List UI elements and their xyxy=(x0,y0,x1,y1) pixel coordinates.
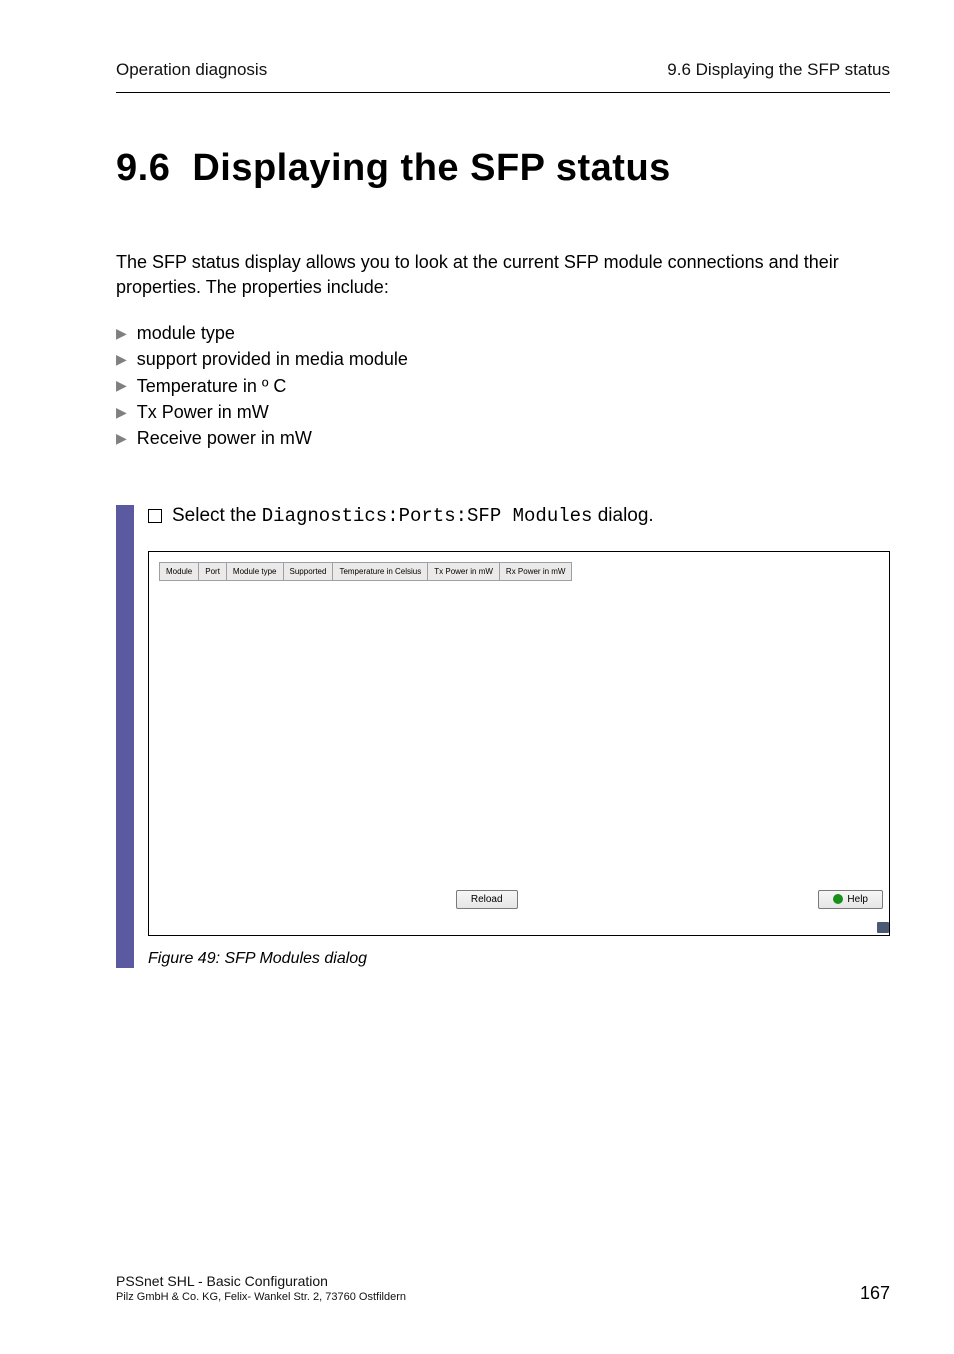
button-row: Reload Help xyxy=(149,882,889,915)
header-rule xyxy=(116,92,890,93)
page-footer: PSSnet SHL - Basic Configuration Pilz Gm… xyxy=(116,1272,890,1304)
triangle-icon: ▶ xyxy=(116,402,127,422)
list-item: ▶ Tx Power in mW xyxy=(116,399,890,425)
col-rx-power[interactable]: Rx Power in mW xyxy=(499,562,572,580)
checkbox-icon xyxy=(148,509,162,523)
step-line: Select the Diagnostics:Ports:SFP Modules… xyxy=(148,505,890,527)
list-item: ▶ Temperature in º C xyxy=(116,373,890,399)
title-number: 9.6 xyxy=(116,147,170,190)
col-tx-power[interactable]: Tx Power in mW xyxy=(428,562,500,580)
header-right: 9.6 Displaying the SFP status xyxy=(667,60,890,80)
help-button[interactable]: Help xyxy=(818,890,883,909)
intro-paragraph: The SFP status display allows you to loo… xyxy=(116,250,890,300)
step-prefix: Select the xyxy=(172,505,262,526)
title-text: Displaying the SFP status xyxy=(192,147,670,190)
reload-button[interactable]: Reload xyxy=(456,890,518,909)
list-item-label: module type xyxy=(137,320,235,346)
vertical-bar xyxy=(116,505,134,968)
page-number: 167 xyxy=(860,1283,890,1304)
step-suffix: dialog. xyxy=(592,505,653,526)
step-path: Diagnostics:Ports:SFP Modules xyxy=(262,505,593,527)
instruction-block: Select the Diagnostics:Ports:SFP Modules… xyxy=(116,505,890,968)
list-item-label: Temperature in º C xyxy=(137,373,287,399)
header-left: Operation diagnosis xyxy=(116,60,267,80)
triangle-icon: ▶ xyxy=(116,375,127,395)
triangle-icon: ▶ xyxy=(116,428,127,448)
bullet-list: ▶ module type ▶ support provided in media … xyxy=(116,320,890,450)
col-port[interactable]: Port xyxy=(199,562,227,580)
col-module-type[interactable]: Module type xyxy=(226,562,283,580)
step-text: Select the Diagnostics:Ports:SFP Modules… xyxy=(172,505,654,527)
triangle-icon: ▶ xyxy=(116,323,127,343)
list-item: ▶ Receive power in mW xyxy=(116,425,890,451)
list-item-label: Tx Power in mW xyxy=(137,399,269,425)
col-module[interactable]: Module xyxy=(160,562,199,580)
list-item-label: Receive power in mW xyxy=(137,425,312,451)
list-item: ▶ module type xyxy=(116,320,890,346)
footer-line2: Pilz GmbH & Co. KG, Felix- Wankel Str. 2… xyxy=(116,1290,406,1304)
table-area: Module Port Module type Supported Temper… xyxy=(149,552,889,882)
sfp-table: Module Port Module type Supported Temper… xyxy=(159,562,572,581)
page-title: 9.6 Displaying the SFP status xyxy=(116,147,890,190)
figure-caption: Figure 49: SFP Modules dialog xyxy=(148,950,890,968)
triangle-icon: ▶ xyxy=(116,349,127,369)
figure-frame: Module Port Module type Supported Temper… xyxy=(148,551,890,936)
col-temperature[interactable]: Temperature in Celsius xyxy=(333,562,428,580)
list-item-label: support provided in media module xyxy=(137,346,408,372)
list-item: ▶ support provided in media module xyxy=(116,346,890,372)
corner-badge xyxy=(877,917,889,935)
table-header-row: Module Port Module type Supported Temper… xyxy=(160,562,572,580)
col-supported[interactable]: Supported xyxy=(283,562,333,580)
footer-line1: PSSnet SHL - Basic Configuration xyxy=(116,1272,406,1290)
